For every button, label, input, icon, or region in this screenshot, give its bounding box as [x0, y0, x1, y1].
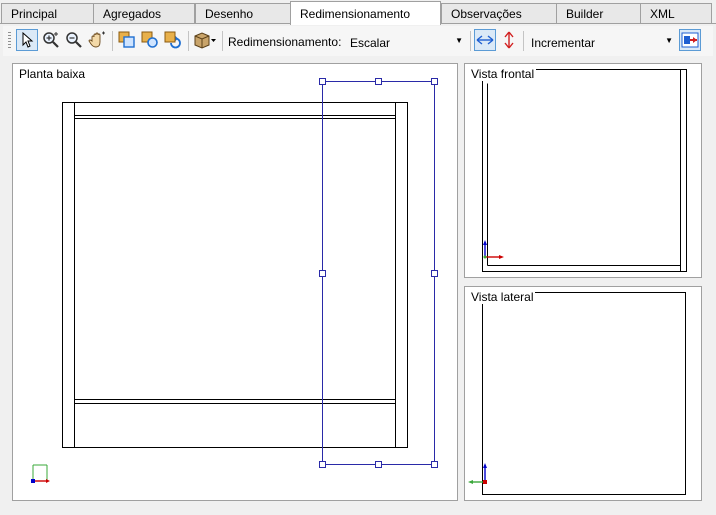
plan-view[interactable]: Planta baixa [12, 63, 458, 501]
chevron-down-icon: ▼ [665, 36, 673, 45]
increment-value: Incrementar [531, 36, 596, 50]
tab-redimensionamento[interactable]: Redimensionamento [290, 1, 441, 25]
selection-outline [322, 81, 435, 465]
rotate-alt-button[interactable] [162, 29, 184, 51]
resize-handle [375, 78, 382, 85]
rotate-button[interactable] [139, 29, 161, 51]
resize-mode-value: Escalar [350, 36, 391, 50]
front-outline [482, 69, 687, 272]
tab-label: XML [650, 7, 675, 21]
move-icon [118, 31, 135, 48]
toolbar-separator [523, 31, 524, 51]
vertical-resize-button[interactable] [498, 29, 520, 51]
select-tool-button[interactable] [16, 29, 38, 51]
front-view[interactable]: Vista frontal [464, 63, 702, 278]
tab-xml[interactable]: XML [640, 3, 712, 23]
tab-builder[interactable]: Builder [556, 3, 641, 23]
tab-label: Desenho [205, 7, 254, 21]
toolbar-grip-icon[interactable] [8, 32, 11, 50]
toolbar-separator [112, 31, 113, 51]
tab-label: Builder [566, 7, 604, 21]
apply-icon [681, 32, 699, 48]
horizontal-resize-button[interactable] [474, 29, 496, 51]
apply-button[interactable] [679, 29, 701, 51]
plan-view-title: Planta baixa [17, 67, 88, 81]
toolbar-separator [470, 31, 471, 51]
resize-mode-select[interactable]: Escalar ▼ [345, 31, 467, 52]
tab-label: Observações [451, 7, 522, 21]
resize-label: Redimensionamento: [228, 35, 342, 49]
tab-label: Redimensionamento [300, 7, 411, 21]
rotate-alt-icon [164, 31, 181, 49]
axis-gizmo-icon [483, 240, 504, 259]
toolbar-separator [222, 31, 223, 51]
resize-handle [319, 78, 326, 85]
front-view-title: Vista frontal [469, 67, 537, 81]
side-view[interactable]: Vista lateral [464, 286, 702, 501]
vertical-resize-icon [504, 31, 514, 49]
front-drawing [482, 69, 687, 272]
resize-handle [319, 461, 326, 468]
pan-icon [88, 31, 105, 48]
tab-desenho[interactable]: Desenho [195, 3, 291, 23]
resize-handle [431, 78, 438, 85]
zoom-out-button[interactable] [63, 29, 85, 51]
side-outline [482, 292, 686, 495]
side-view-title: Vista lateral [469, 290, 536, 304]
resize-handle [375, 461, 382, 468]
selection-box [319, 78, 438, 468]
zoom-out-icon [66, 32, 82, 48]
toolbar: Redimensionamento: Escalar ▼ Incrementar… [3, 26, 713, 56]
axis-gizmo-icon [468, 463, 487, 484]
side-drawing [468, 292, 686, 495]
tab-label: Principal [11, 7, 58, 21]
view-3d-icon [194, 32, 216, 49]
tab-agregados[interactable]: Agregados [93, 3, 195, 23]
pan-button[interactable] [86, 29, 108, 51]
zoom-in-icon [43, 32, 59, 48]
toolbar-separator [188, 31, 189, 51]
axis-gizmo-icon [31, 464, 50, 483]
move-button[interactable] [116, 29, 138, 51]
resize-handle [319, 270, 326, 277]
rotate-icon [141, 31, 158, 48]
select-icon [22, 32, 34, 48]
increment-select[interactable]: Incrementar ▼ [526, 31, 677, 52]
cabinet-outline [62, 102, 408, 448]
chevron-down-icon: ▼ [455, 36, 463, 45]
zoom-in-button[interactable] [40, 29, 62, 51]
tab-observacoes[interactable]: Observações [441, 3, 557, 23]
resize-handle [431, 270, 438, 277]
tab-strip: Principal Agregados Desenho Redimensiona… [0, 0, 716, 25]
plan-drawing [31, 78, 438, 483]
horizontal-resize-icon [476, 35, 494, 45]
tab-label: Agregados [103, 7, 162, 21]
tab-principal[interactable]: Principal [1, 3, 94, 23]
view-3d-dropdown[interactable] [192, 29, 218, 51]
resize-handle [431, 461, 438, 468]
